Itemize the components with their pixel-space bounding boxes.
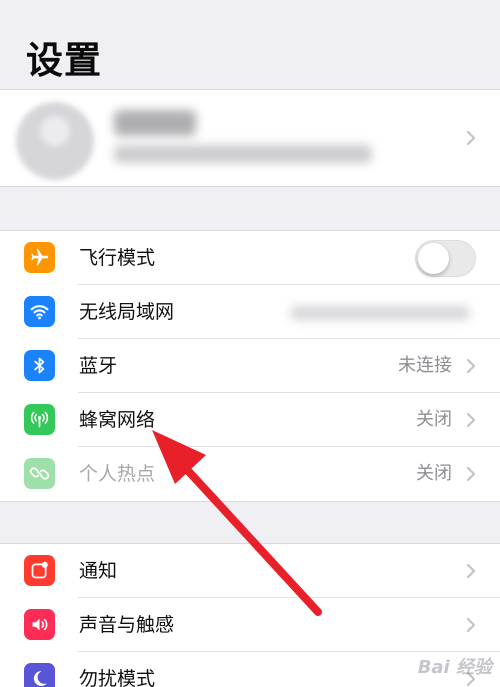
row-cellular[interactable]: 蜂窝网络 关闭 [0, 393, 500, 447]
page-title: 设置 [26, 39, 102, 82]
row-value: 关闭 [416, 463, 452, 484]
row-label: 无线局域网 [79, 301, 175, 323]
row-sounds-haptics[interactable]: 声音与触感 [0, 598, 500, 652]
row-label: 飞行模式 [79, 247, 156, 269]
apple-id-profile-row[interactable] [0, 89, 500, 187]
connectivity-group: 飞行模式 无线局域网 蓝牙 未连接 蜂窝网络 关闭 个人热点 关闭 [0, 230, 500, 502]
row-label: 蜂窝网络 [79, 409, 156, 431]
notifications-icon [24, 555, 55, 586]
wifi-network-redacted [290, 306, 470, 320]
row-label: 勿扰模式 [79, 668, 156, 687]
moon-icon [24, 663, 55, 687]
wifi-icon [24, 296, 55, 327]
row-notifications[interactable]: 通知 [0, 544, 500, 598]
row-value: 未连接 [398, 355, 452, 376]
row-label: 通知 [79, 560, 118, 582]
profile-name-redacted [114, 110, 196, 136]
row-bluetooth[interactable]: 蓝牙 未连接 [0, 339, 500, 393]
airplane-mode-toggle[interactable] [415, 240, 476, 277]
chevron-right-icon [466, 617, 476, 633]
chevron-right-icon [466, 466, 476, 482]
chevron-right-icon [466, 563, 476, 579]
airplane-icon [24, 242, 55, 273]
cellular-icon [24, 404, 55, 435]
chevron-right-icon [466, 358, 476, 374]
row-label: 个人热点 [79, 463, 156, 485]
settings-screen: 设置 飞行模式 无线局域网 蓝牙 未连接 蜂窝网络 关闭 个人热点 关闭 通知 … [0, 0, 500, 687]
avatar [16, 102, 94, 180]
sound-icon [24, 609, 55, 640]
profile-subtitle-redacted [114, 145, 372, 163]
hotspot-icon [24, 458, 55, 489]
row-label: 蓝牙 [79, 355, 118, 377]
row-wifi[interactable]: 无线局域网 [0, 285, 500, 339]
watermark: Bai 经验 [417, 657, 492, 678]
row-personal-hotspot[interactable]: 个人热点 关闭 [0, 447, 500, 501]
row-airplane-mode[interactable]: 飞行模式 [0, 231, 500, 285]
row-value: 关闭 [416, 409, 452, 430]
bluetooth-icon [24, 350, 55, 381]
row-label: 声音与触感 [79, 614, 175, 636]
chevron-right-icon [466, 412, 476, 428]
chevron-right-icon [466, 130, 476, 146]
